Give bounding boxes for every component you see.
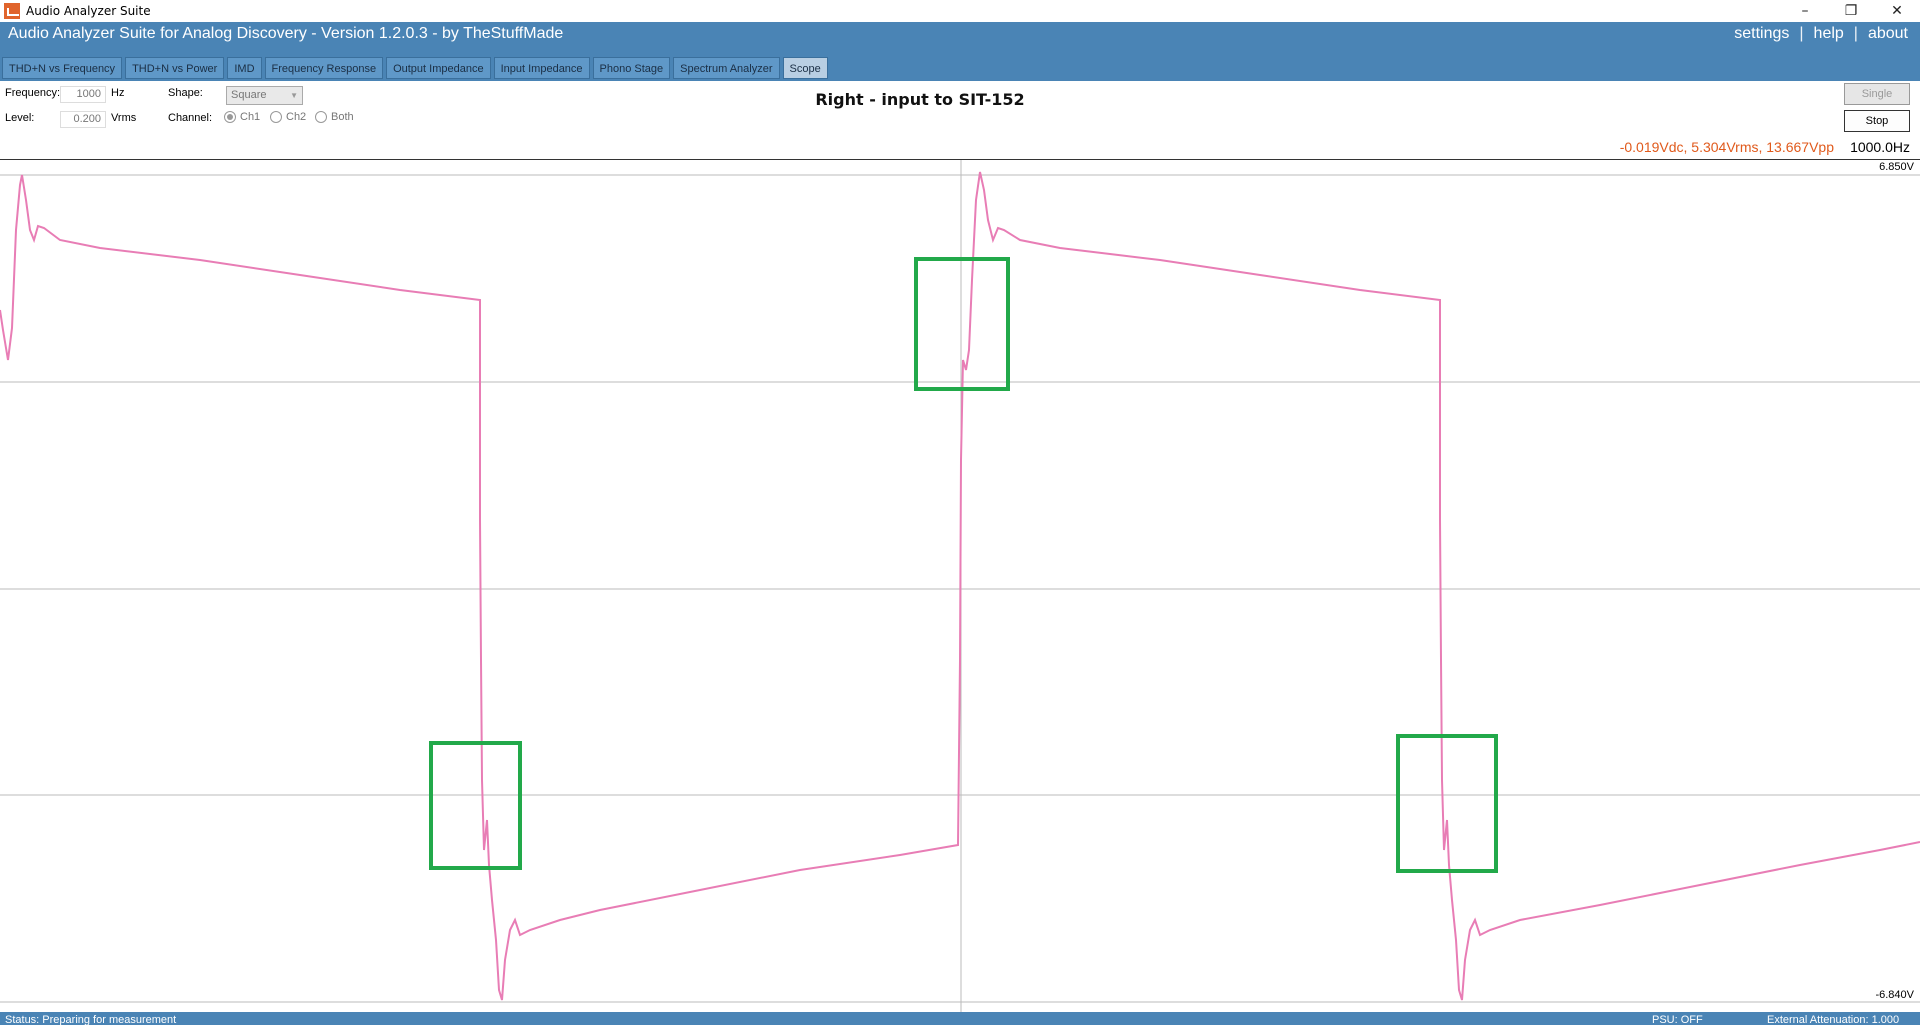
level-input[interactable]: 0.200: [60, 111, 106, 128]
plot-title: Right - input to SIT-152: [815, 90, 1025, 109]
settings-link[interactable]: settings: [1734, 25, 1789, 43]
tab-imd[interactable]: IMD: [227, 57, 262, 79]
channel-radio-both[interactable]: Both: [315, 111, 354, 123]
single-button[interactable]: Single: [1844, 83, 1910, 105]
measurement-readout: -0.019Vdc, 5.304Vrms, 13.667Vpp: [1619, 139, 1834, 155]
scope-canvas: [0, 160, 1920, 1013]
about-link[interactable]: about: [1868, 25, 1908, 43]
window-titlebar: Audio Analyzer Suite – ❐ ✕: [0, 0, 1920, 22]
radio-dot: [315, 111, 327, 123]
stop-button[interactable]: Stop: [1844, 110, 1910, 132]
attenuation-status: External Attenuation: 1.000: [1767, 1014, 1900, 1026]
header-links: settings | help | about: [1734, 25, 1908, 43]
psu-status: PSU: OFF: [1652, 1014, 1703, 1026]
app-title: Audio Analyzer Suite for Analog Discover…: [8, 25, 564, 42]
ymin-label: -6.840V: [1875, 989, 1914, 1001]
close-button[interactable]: ✕: [1874, 0, 1920, 22]
tab-spectrum-analyzer[interactable]: Spectrum Analyzer: [673, 57, 780, 79]
restore-button[interactable]: ❐: [1828, 0, 1874, 22]
tab-thd-n-vs-frequency[interactable]: THD+N vs Frequency: [2, 57, 123, 79]
app-logo-icon: [4, 3, 20, 19]
level-unit: Vrms: [111, 112, 137, 124]
tab-thd-n-vs-power[interactable]: THD+N vs Power: [125, 57, 225, 79]
frequency-readout: 1000.0Hz: [1850, 139, 1910, 155]
link-separator: |: [1799, 25, 1804, 42]
radio-label: Ch2: [286, 111, 307, 123]
link-separator: |: [1853, 25, 1858, 42]
tab-bar: THD+N vs Frequency THD+N vs Power IMD Fr…: [2, 57, 831, 79]
status-text: Status: Preparing for measurement: [5, 1014, 177, 1026]
scope-plot[interactable]: 6.850V -6.840V: [0, 159, 1920, 1013]
ymax-label: 6.850V: [1879, 161, 1914, 173]
highlight-box: [1396, 734, 1498, 873]
help-link[interactable]: help: [1814, 25, 1844, 43]
radio-label: Both: [331, 111, 354, 123]
tab-scope[interactable]: Scope: [782, 57, 828, 79]
channel-radio-ch2[interactable]: Ch2: [270, 111, 306, 123]
radio-label: Ch1: [240, 111, 261, 123]
minimize-button[interactable]: –: [1782, 0, 1828, 22]
waveform-trace: [0, 171, 1920, 1001]
level-label: Level:: [5, 112, 35, 124]
tab-phono-stage[interactable]: Phono Stage: [592, 57, 671, 79]
channel-radio-ch1[interactable]: Ch1: [224, 111, 260, 123]
tab-frequency-response[interactable]: Frequency Response: [264, 57, 384, 79]
window-title: Audio Analyzer Suite: [26, 4, 151, 18]
channel-label: Channel:: [168, 112, 213, 124]
highlight-box: [429, 741, 522, 870]
tab-input-impedance[interactable]: Input Impedance: [493, 57, 590, 79]
status-bar: Status: Preparing for measurement PSU: O…: [0, 1012, 1920, 1026]
radio-dot: [270, 111, 282, 123]
scope-controls: Frequency: 1000 Hz Level: 0.200 Vrms Sha…: [0, 81, 1920, 159]
tab-output-impedance[interactable]: Output Impedance: [386, 57, 491, 79]
radio-dot: [224, 111, 236, 123]
